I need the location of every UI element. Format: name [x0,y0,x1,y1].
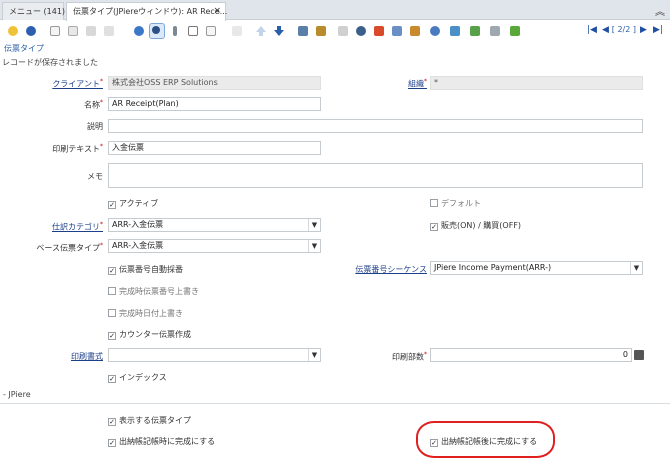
tab-doctype-window-label: 伝票タイプ(JPiereウィンドウ): AR Rece... [73,7,228,16]
indexed-checkbox[interactable]: ✓ インデックス [108,372,167,383]
calculator-icon[interactable] [634,350,644,360]
copy-icon[interactable] [66,24,80,38]
base-doctype-select[interactable]: ARR-入金伝票 ▼ [108,239,321,253]
process-icon[interactable] [428,24,442,38]
sotrx-check-box[interactable]: ✓ [430,223,438,231]
previous-record-icon[interactable] [254,24,268,38]
window-tab-bar: メニュー (141) 伝票タイプ(JPiereウィンドウ): AR Rece..… [0,0,670,21]
collapse-icon[interactable]: ︽ [655,3,665,18]
prev-record-button[interactable]: ◀ [602,25,609,35]
chevron-down-icon[interactable]: ▼ [630,262,642,274]
active-checkbox[interactable]: ✓ アクティブ [108,198,158,209]
section-title: 伝票タイプ [4,44,44,53]
doc-sequence-select[interactable]: JPiere Income Payment(ARR-) ▼ [430,261,643,275]
doc-sequence-label[interactable]: 伝票番号シーケンス [355,264,427,275]
group-divider [0,403,670,404]
doc-no-controlled-check-box[interactable]: ✓ [108,267,116,275]
print-icon[interactable] [336,24,350,38]
find-icon[interactable] [149,23,165,39]
lock-icon[interactable] [488,24,502,38]
refresh-icon[interactable] [132,24,146,38]
highlight-annotation [416,421,555,458]
print-format-select[interactable]: ▼ [108,348,321,362]
complete-on-shipment-checkbox[interactable]: ✓ 出納帳記帳時に完成にする [108,436,215,447]
default-check-box[interactable] [430,199,438,207]
show-doctype-check-box[interactable]: ✓ [108,418,116,426]
chevron-down-icon[interactable]: ▼ [308,240,320,252]
memo-textarea[interactable] [108,163,643,188]
zoom-across-icon[interactable] [354,24,368,38]
help-icon[interactable] [24,24,38,38]
client-label[interactable]: クライアント* [52,78,103,90]
description-label: 説明 [87,122,103,131]
counter-doc-check-box[interactable]: ✓ [108,332,116,340]
first-record-button[interactable]: |◀ [587,25,597,35]
toolbar: |◀ ◀ [ 2/2 ] ▶ ▶| [0,21,670,41]
parent-icon[interactable] [230,24,244,38]
org-field: * [430,76,643,90]
attachment-icon[interactable] [168,24,182,38]
export-icon[interactable] [468,24,482,38]
status-message: レコードが保存されました [2,58,98,67]
doc-no-controlled-checkbox[interactable]: ✓ 伝票番号自動採番 [108,264,183,275]
base-doctype-label: ベース伝票タイプ* [36,242,103,253]
show-doctype-checkbox[interactable]: ✓ 表示する伝票タイプ [108,415,191,426]
chat-icon[interactable] [186,24,200,38]
default-checkbox[interactable]: デフォルト [430,198,481,209]
undo-icon[interactable] [6,24,20,38]
save-icon[interactable] [84,24,98,38]
counter-doc-checkbox[interactable]: ✓ カウンター伝票作成 [108,329,191,340]
memo-label: メモ [87,172,103,181]
workflow-icon[interactable] [408,24,422,38]
print-text-input[interactable]: 入金伝票 [108,141,321,155]
next-record-icon[interactable] [272,24,286,38]
gl-category-label[interactable]: 仕訳カテゴリ* [52,221,103,233]
print-format-label[interactable]: 印刷書式 [71,351,103,362]
name-input[interactable]: AR Receipt(Plan) [108,97,321,111]
tab-doctype-window[interactable]: 伝票タイプ(JPiereウィンドウ): AR Rece... × [66,2,228,21]
active-check-box[interactable]: ✓ [108,201,116,209]
print-text-label: 印刷テキスト* [52,143,103,154]
request-icon[interactable] [448,24,462,38]
field-group-jpiere[interactable]: - JPiere [3,390,31,399]
next-record-button[interactable]: ▶ [640,25,647,35]
sotrx-checkbox[interactable]: ✓ 販売(ON) / 購買(OFF) [430,220,521,231]
org-label[interactable]: 組織* [408,78,427,90]
complete-on-shipment-check-box[interactable]: ✓ [108,439,116,447]
document-copies-input[interactable]: 0 [430,348,632,362]
product-info-icon[interactable] [390,24,404,38]
name-label: 名称* [84,99,103,110]
description-input[interactable] [108,119,643,133]
client-field: 株式会社OSS ERP Solutions [108,76,321,90]
new-icon[interactable] [48,24,62,38]
gl-category-select[interactable]: ARR-入金伝票 ▼ [108,218,321,232]
overwrite-seq-check-box[interactable] [108,287,116,295]
tab-menu[interactable]: メニュー (141) [2,2,65,20]
grid-toggle-icon[interactable] [204,24,218,38]
overwrite-seq-checkbox[interactable]: 完成時伝票番号上書き [108,286,199,297]
delete-icon[interactable] [102,24,116,38]
close-icon[interactable]: × [213,3,221,20]
overwrite-date-check-box[interactable] [108,309,116,317]
record-position: [ 2/2 ] [611,25,636,34]
indexed-check-box[interactable]: ✓ [108,375,116,383]
history-icon[interactable] [296,24,310,38]
last-record-button[interactable]: ▶| [653,25,663,35]
chevron-down-icon[interactable]: ▼ [308,349,320,361]
overwrite-date-checkbox[interactable]: 完成時日付上書き [108,308,183,319]
chart-icon[interactable] [508,24,522,38]
chevron-down-icon[interactable]: ▼ [308,219,320,231]
document-copies-label: 印刷部数* [392,351,427,362]
archive-icon[interactable] [372,24,386,38]
report-icon[interactable] [314,24,328,38]
